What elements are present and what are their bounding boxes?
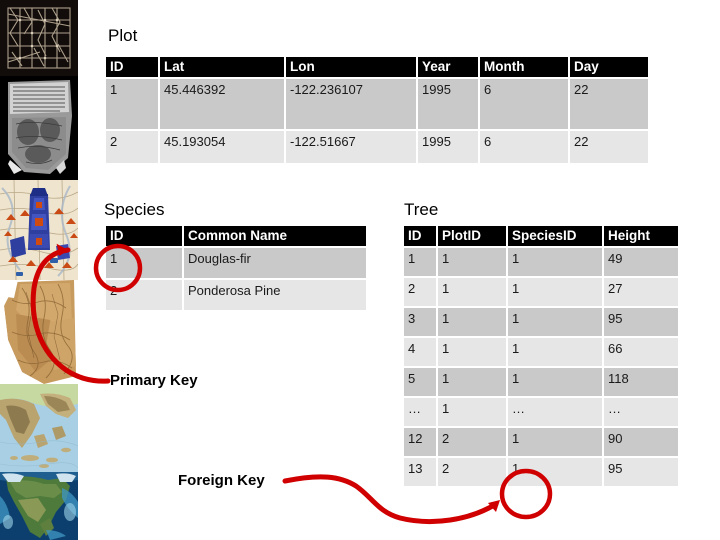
clay-tablet-image xyxy=(0,76,78,180)
tree-cell-speciesid: 1 xyxy=(508,278,602,306)
species-cell-name: Douglas-fir xyxy=(184,248,366,278)
image-strip xyxy=(0,0,78,540)
plot-cell: 22 xyxy=(570,131,648,163)
tree-col-plotid: PlotID xyxy=(438,226,506,246)
tree-cell-height: 49 xyxy=(604,248,678,276)
tree-cell-height: 27 xyxy=(604,278,678,306)
table-row: 1 45.446392 -122.236107 1995 6 22 xyxy=(106,79,648,129)
plot-col-month: Month xyxy=(480,57,568,77)
plot-cell: 22 xyxy=(570,79,648,129)
tree-col-id: ID xyxy=(404,226,436,246)
species-cell-id: 2 xyxy=(106,280,182,310)
stick-chart-image xyxy=(0,0,78,76)
tree-cell-plotid: 1 xyxy=(438,248,506,276)
plot-cell: 45.193054 xyxy=(160,131,284,163)
tree-cell-id: 2 xyxy=(404,278,436,306)
table-row: 1 Douglas-fir xyxy=(106,248,366,278)
primary-key-label: Primary Key xyxy=(110,372,198,389)
table-row: 2 45.193054 -122.51667 1995 6 22 xyxy=(106,131,648,163)
table-row: 2 Ponderosa Pine xyxy=(106,280,366,310)
tree-cell-plotid: 1 xyxy=(438,398,506,426)
north-america-satellite-image xyxy=(0,472,78,540)
tree-cell-height: 90 xyxy=(604,428,678,456)
tree-cell-id: … xyxy=(404,398,436,426)
plot-table-title: Plot xyxy=(108,26,138,45)
tree-cell-plotid: 1 xyxy=(438,368,506,396)
plot-cell: 1995 xyxy=(418,79,478,129)
tree-cell-id: 12 xyxy=(404,428,436,456)
tree-cell-speciesid: 1 xyxy=(508,338,602,366)
table-row: 5 1 1 118 xyxy=(404,368,678,396)
tree-cell-height: … xyxy=(604,398,678,426)
tree-cell-height: 66 xyxy=(604,338,678,366)
species-col-common-name: Common Name xyxy=(184,226,366,246)
plot-cell: 1995 xyxy=(418,131,478,163)
plot-header-row: ID Lat Lon Year Month Day xyxy=(106,57,648,77)
plot-cell: 6 xyxy=(480,79,568,129)
tree-header-row: ID PlotID SpeciesID Height xyxy=(404,226,678,246)
plot-col-lat: Lat xyxy=(160,57,284,77)
species-col-id: ID xyxy=(106,226,182,246)
tree-cell-height: 95 xyxy=(604,308,678,336)
slide-canvas: Plot ID Lat Lon Year Month Day 1 45.4463… xyxy=(0,0,720,540)
plot-table: ID Lat Lon Year Month Day 1 45.446392 -1… xyxy=(104,55,650,165)
plot-cell: 2 xyxy=(106,131,158,163)
tree-cell-plotid: 2 xyxy=(438,458,506,486)
species-table: ID Common Name 1 Douglas-fir 2 Ponderosa… xyxy=(104,224,368,312)
table-row: … 1…… xyxy=(404,398,678,426)
tree-cell-id: 3 xyxy=(404,308,436,336)
plot-cell: 45.446392 xyxy=(160,79,284,129)
tree-cell-speciesid: 1 xyxy=(508,368,602,396)
tree-cell-speciesid: 1 xyxy=(508,458,602,486)
tree-cell-id: 5 xyxy=(404,368,436,396)
tree-cell-height: 95 xyxy=(604,458,678,486)
greece-satellite-map-image xyxy=(0,384,78,472)
plot-cell: 1 xyxy=(106,79,158,129)
tree-cell-plotid: 2 xyxy=(438,428,506,456)
plot-col-year: Year xyxy=(418,57,478,77)
plot-cell: 6 xyxy=(480,131,568,163)
table-row: 12 2 1 90 xyxy=(404,428,678,456)
plot-col-day: Day xyxy=(570,57,648,77)
tree-table: ID PlotID SpeciesID Height 1 1 1 49 2 1 1 27 3 1 1… xyxy=(402,224,680,488)
tree-cell-id: 1 xyxy=(404,248,436,276)
tree-cell-speciesid: 1 xyxy=(508,428,602,456)
topographic-relief-map-image xyxy=(0,280,78,384)
tree-cell-height: 118 xyxy=(604,368,678,396)
table-row: 3 1 1 95 xyxy=(404,308,678,336)
species-table-title: Species xyxy=(104,200,165,219)
tree-col-height: Height xyxy=(604,226,678,246)
foreign-key-label: Foreign Key xyxy=(178,472,265,489)
tree-table-title: Tree xyxy=(404,200,439,219)
table-row: 1 1 1 49 xyxy=(404,248,678,276)
species-header-row: ID Common Name xyxy=(106,226,366,246)
tree-cell-speciesid: 1 xyxy=(508,248,602,276)
plot-col-lon: Lon xyxy=(286,57,416,77)
plot-cell: -122.236107 xyxy=(286,79,416,129)
tree-cell-speciesid: 1 xyxy=(508,308,602,336)
tree-cell-speciesid: … xyxy=(508,398,602,426)
foreign-key-arrowhead xyxy=(488,500,500,512)
ancient-city-map-image xyxy=(0,180,78,280)
tree-cell-id: 13 xyxy=(404,458,436,486)
plot-cell: -122.51667 xyxy=(286,131,416,163)
tree-cell-plotid: 1 xyxy=(438,278,506,306)
table-row: 13 2 1 95 xyxy=(404,458,678,486)
tree-cell-id: 4 xyxy=(404,338,436,366)
species-cell-name: Ponderosa Pine xyxy=(184,280,366,310)
tree-cell-plotid: 1 xyxy=(438,338,506,366)
table-row: 4 1 1 66 xyxy=(404,338,678,366)
tree-col-speciesid: SpeciesID xyxy=(508,226,602,246)
species-cell-id: 1 xyxy=(106,248,182,278)
plot-col-id: ID xyxy=(106,57,158,77)
tree-cell-plotid: 1 xyxy=(438,308,506,336)
table-row: 2 1 1 27 xyxy=(404,278,678,306)
